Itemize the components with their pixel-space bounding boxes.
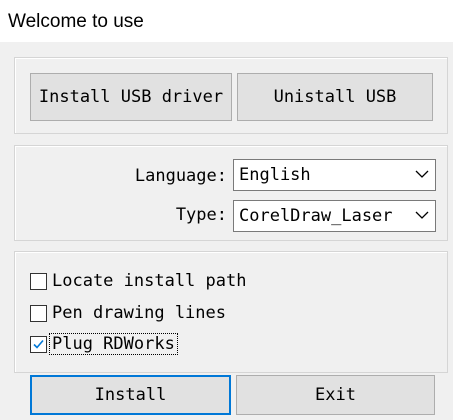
locate-install-path-option[interactable]: Locate install path xyxy=(30,269,248,293)
checkmark-icon xyxy=(33,339,44,349)
title-bar[interactable]: Welcome to use xyxy=(0,0,453,42)
chevron-down-icon xyxy=(415,211,429,219)
install-usb-driver-button[interactable]: Install USB driver xyxy=(30,73,232,121)
type-select[interactable]: CorelDraw_Laser xyxy=(233,200,436,232)
locate-install-path-label: Locate install path xyxy=(52,271,247,291)
window-title: Welcome to use xyxy=(8,11,144,32)
pen-drawing-lines-label: Pen drawing lines xyxy=(52,303,226,323)
exit-button[interactable]: Exit xyxy=(236,375,435,415)
install-button[interactable]: Install xyxy=(30,375,231,415)
pen-drawing-lines-option[interactable]: Pen drawing lines xyxy=(30,301,228,325)
installer-window: Welcome to use Install USB driver Unista… xyxy=(0,0,453,420)
chevron-down-icon xyxy=(415,170,429,178)
language-label: Language: xyxy=(134,166,227,186)
language-select[interactable]: English xyxy=(233,159,436,191)
type-value: CorelDraw_Laser xyxy=(239,206,393,226)
pen-drawing-lines-checkbox[interactable] xyxy=(30,304,47,322)
language-value: English xyxy=(239,165,311,185)
plug-rdworks-checkbox[interactable] xyxy=(30,335,47,353)
uninstall-usb-button[interactable]: Unistall USB xyxy=(237,73,433,121)
dialog-body: Install USB driver Unistall USB Language… xyxy=(0,42,453,420)
type-label: Type: xyxy=(175,205,227,225)
plug-rdworks-label: Plug RDWorks xyxy=(49,333,178,355)
locate-install-path-checkbox[interactable] xyxy=(30,272,47,290)
plug-rdworks-option[interactable]: Plug RDWorks xyxy=(30,332,178,356)
